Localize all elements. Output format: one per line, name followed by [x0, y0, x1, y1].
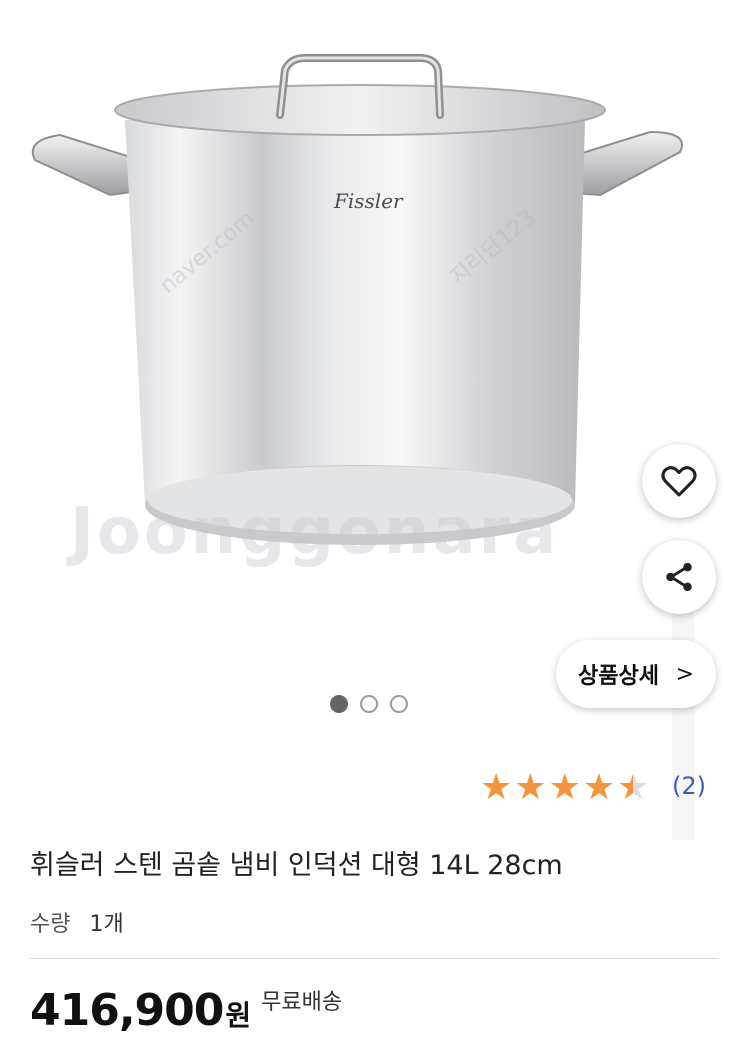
- watermark: Joonggonara: [70, 495, 560, 569]
- carousel-dot-1[interactable]: [330, 695, 348, 713]
- chevron-right-icon: >: [675, 661, 694, 687]
- quantity-label: 수량: [30, 912, 71, 937]
- brand-logo: Fissler: [333, 189, 404, 213]
- star-icon: ★: [514, 767, 547, 808]
- overlay-strip: [672, 590, 694, 840]
- shipping-badge: 무료배송: [261, 990, 343, 1015]
- rating-stars[interactable]: ★ ★ ★ ★ ★: [480, 768, 651, 808]
- price-amount: 416,900: [30, 985, 224, 1036]
- share-icon: [666, 562, 692, 592]
- detail-label: 상품상세: [578, 664, 659, 689]
- quantity-row: 수량 1개: [30, 906, 124, 938]
- price-unit: 원: [225, 999, 252, 1032]
- divider: [30, 958, 718, 959]
- heart-icon: [661, 466, 697, 497]
- like-button[interactable]: [642, 444, 716, 518]
- price-row: 416,900 원 무료배송: [30, 985, 342, 1036]
- quantity-value: 1개: [89, 912, 124, 937]
- stock-pot-image: Fissler: [31, 54, 683, 545]
- product-image[interactable]: Fissler naver.com 지리단123 Joonggonara: [0, 0, 750, 740]
- product-detail-button[interactable]: 상품상세 >: [556, 640, 716, 708]
- half-star-icon: ★: [617, 767, 650, 808]
- star-icon: ★: [480, 767, 513, 808]
- product-title: 휘슬러 스텐 곰솥 냄비 인덕션 대형 14L 28cm: [30, 850, 563, 881]
- star-icon: ★: [548, 767, 581, 808]
- star-icon: ★: [582, 767, 616, 808]
- carousel-dot-2[interactable]: [360, 695, 378, 713]
- share-button[interactable]: [642, 540, 716, 614]
- carousel-indicator: [330, 695, 408, 713]
- review-count-link[interactable]: (2): [672, 772, 706, 800]
- carousel-dot-3[interactable]: [390, 695, 408, 713]
